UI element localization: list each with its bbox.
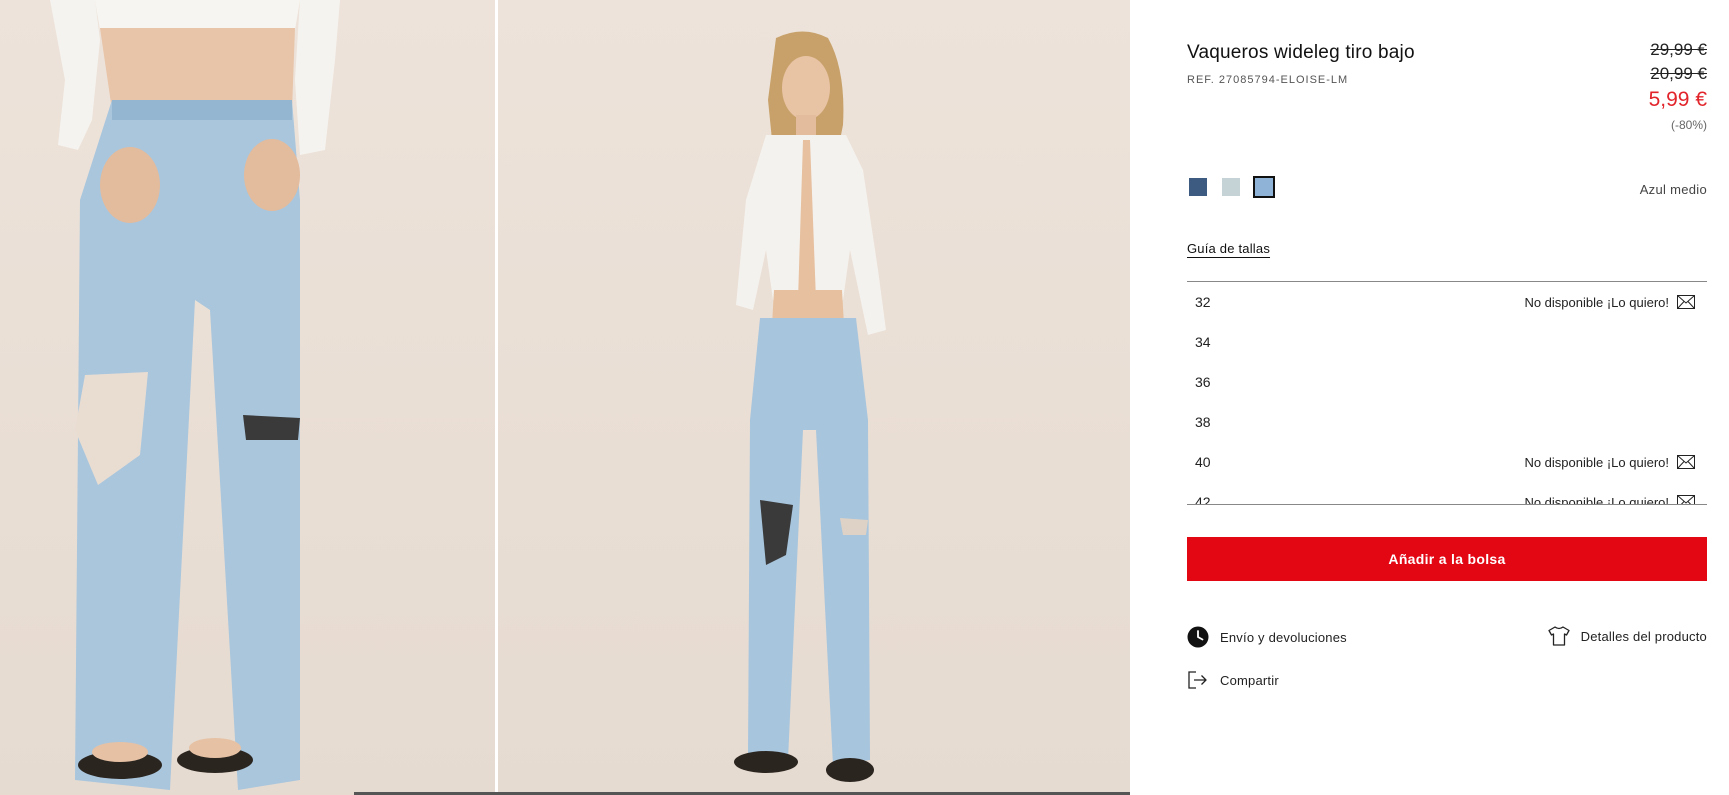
original-price: 29,99 €	[1650, 40, 1707, 59]
size-status-text: No disponible ¡Lo quiero!	[1524, 494, 1669, 505]
size-option-34[interactable]: 34	[1187, 322, 1707, 362]
mail-icon	[1677, 295, 1695, 309]
discount-badge: (-80%)	[1670, 118, 1707, 132]
size-list[interactable]: 32 No disponible ¡Lo quiero! 34 36 38 40…	[1187, 281, 1707, 505]
size-option-36[interactable]: 36	[1187, 362, 1707, 402]
product-title: Vaqueros wideleg tiro bajo	[1187, 42, 1415, 63]
size-label: 38	[1195, 414, 1211, 430]
shipping-returns-label: Envío y devoluciones	[1220, 629, 1347, 645]
size-option-42[interactable]: 42 No disponible ¡Lo quiero!	[1187, 482, 1707, 505]
product-gallery[interactable]	[0, 0, 1130, 795]
size-label: 34	[1195, 334, 1211, 350]
shipping-returns-link[interactable]: Envío y devoluciones	[1187, 626, 1347, 648]
tshirt-icon	[1548, 626, 1570, 646]
size-status-text: No disponible ¡Lo quiero!	[1524, 294, 1669, 310]
share-link[interactable]: Compartir	[1187, 670, 1279, 690]
previous-price: 20,99 €	[1650, 64, 1707, 83]
size-status[interactable]: No disponible ¡Lo quiero!	[1524, 482, 1695, 505]
color-swatch-light-grey[interactable]	[1220, 176, 1242, 198]
price-block: 29,99 € 20,99 € 5,99 € (-80%)	[1649, 38, 1707, 134]
share-icon	[1188, 671, 1207, 689]
mail-icon	[1677, 495, 1695, 504]
color-swatch-medium-blue[interactable]	[1253, 176, 1275, 198]
size-label: 42	[1195, 494, 1211, 505]
size-status-text: No disponible ¡Lo quiero!	[1524, 454, 1669, 470]
size-label: 36	[1195, 374, 1211, 390]
size-label: 32	[1195, 294, 1211, 310]
size-guide-link[interactable]: Guía de tallas	[1187, 241, 1270, 256]
share-label: Compartir	[1220, 672, 1279, 688]
model-jeans-closeup-image	[50, 0, 340, 790]
size-status[interactable]: No disponible ¡Lo quiero!	[1524, 282, 1695, 322]
product-panel: Vaqueros wideleg tiro bajo REF. 27085794…	[1187, 0, 1707, 795]
color-swatches	[1187, 176, 1275, 198]
add-to-bag-button[interactable]: Añadir a la bolsa	[1187, 537, 1707, 581]
product-photo-closeup[interactable]	[0, 0, 495, 795]
product-details-link[interactable]: Detalles del producto	[1548, 626, 1707, 646]
current-price: 5,99 €	[1648, 88, 1707, 111]
clock-icon	[1187, 626, 1209, 648]
size-option-32[interactable]: 32 No disponible ¡Lo quiero!	[1187, 282, 1707, 322]
selected-color-label: Azul medio	[1639, 182, 1707, 197]
size-option-38[interactable]: 38	[1187, 402, 1707, 442]
product-photo-full[interactable]	[498, 0, 1130, 795]
product-details-label: Detalles del producto	[1580, 628, 1707, 644]
model-full-body-image	[734, 31, 886, 782]
product-reference: REF. 27085794-ELOISE-LM	[1187, 74, 1349, 86]
size-option-40[interactable]: 40 No disponible ¡Lo quiero!	[1187, 442, 1707, 482]
color-swatch-dark-blue[interactable]	[1187, 176, 1209, 198]
size-label: 40	[1195, 454, 1211, 470]
mail-icon	[1677, 455, 1695, 469]
size-status[interactable]: No disponible ¡Lo quiero!	[1524, 442, 1695, 482]
